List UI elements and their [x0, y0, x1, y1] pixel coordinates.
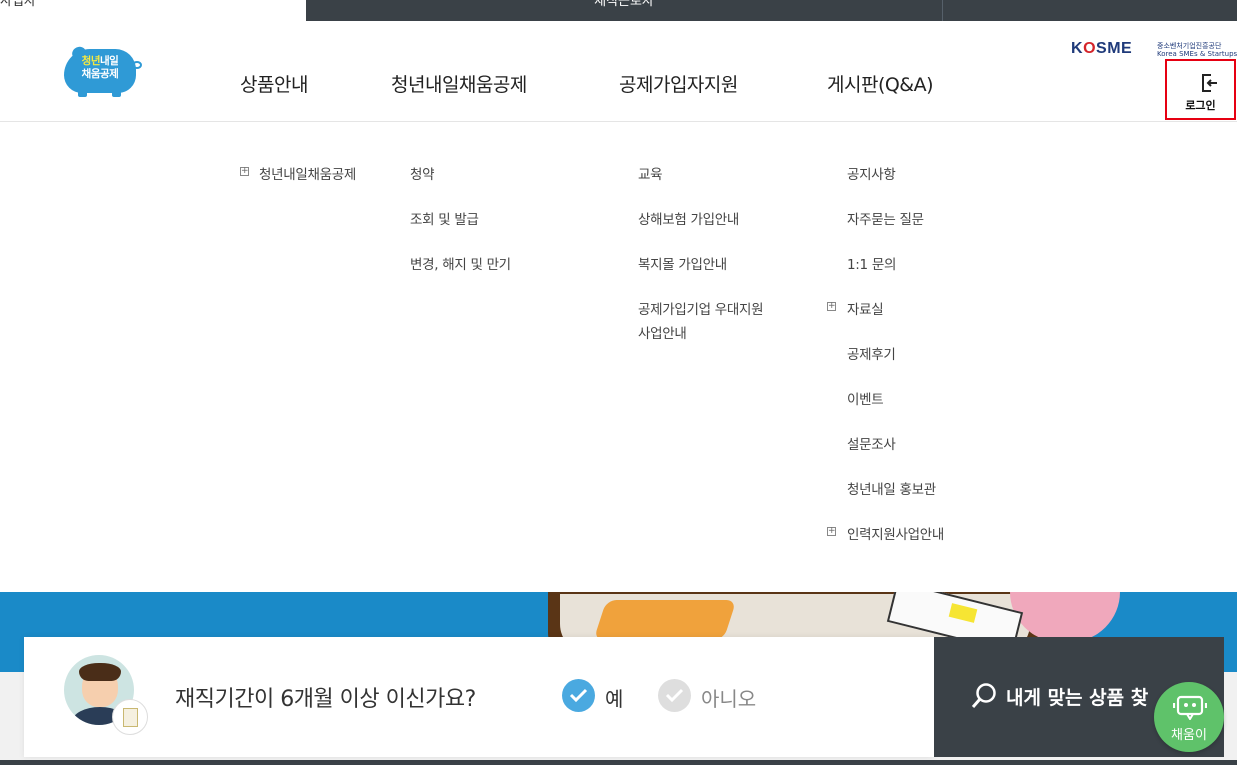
- tab-business[interactable]: 사업자: [0, 0, 306, 21]
- nav-item-products[interactable]: 상품안내: [240, 70, 308, 97]
- nav-item-member-support[interactable]: 공제가입자지원: [619, 70, 738, 97]
- mega-menu: + 청년내일채움공제 청약 조회 및 발급 변경, 해지 및 만기 교육 상해보…: [0, 122, 1237, 592]
- search-icon: [971, 683, 996, 708]
- top-tab-bar: 사업자 재직근로자: [0, 0, 1237, 21]
- expand-plus-icon[interactable]: +: [827, 527, 836, 536]
- menu-item-change[interactable]: 변경, 해지 및 만기: [410, 253, 511, 273]
- nav-item-youth-fund[interactable]: 청년내일채움공제: [391, 70, 527, 97]
- menu-item-education[interactable]: 교육: [638, 163, 663, 183]
- check-icon: [658, 679, 691, 712]
- menu-item-youth-fund[interactable]: 청년내일채움공제: [259, 163, 356, 183]
- menu-item-promo-hall[interactable]: 청년내일 홍보관: [847, 478, 936, 498]
- chatbot-label: 채움이: [1171, 728, 1207, 743]
- menu-item-qna[interactable]: 1:1 문의: [847, 253, 896, 273]
- menu-item-welfare-mall[interactable]: 복지몰 가입안내: [638, 253, 727, 273]
- login-icon: [1202, 74, 1217, 92]
- site-logo[interactable]: 청년내일 채움공제: [62, 44, 144, 97]
- menu-item-inquiry[interactable]: 조회 및 발급: [410, 208, 479, 228]
- menu-item-faq[interactable]: 자주묻는 질문: [847, 208, 924, 228]
- menu-item-company-support-2[interactable]: 사업안내: [638, 322, 687, 342]
- menu-item-review[interactable]: 공제후기: [847, 343, 896, 363]
- menu-item-staffing[interactable]: 인력지원사업안내: [847, 523, 944, 543]
- question-text: 재직기간이 6개월 이상 이신가요?: [175, 687, 476, 712]
- menu-item-survey[interactable]: 설문조사: [847, 433, 896, 453]
- check-icon: [562, 679, 595, 712]
- expand-plus-icon[interactable]: +: [827, 302, 836, 311]
- site-header: 청년내일 채움공제 상품안내 청년내일채움공제 공제가입자지원 게시판(Q&A)…: [0, 21, 1237, 122]
- login-button[interactable]: 로그인: [1165, 59, 1236, 120]
- login-label: 로그인: [1185, 99, 1216, 112]
- menu-item-archive[interactable]: 자료실: [847, 298, 884, 318]
- answer-no-label: 아니오: [701, 687, 757, 711]
- menu-item-insurance[interactable]: 상해보험 가입안내: [638, 208, 739, 228]
- id-card-icon: [112, 699, 148, 735]
- logo-text: 청년내일 채움공제: [81, 55, 119, 80]
- eligibility-question-bar: 재직기간이 6개월 이상 이신가요? 예 아니오: [24, 637, 934, 757]
- robot-icon: [1173, 695, 1207, 720]
- tab-extra[interactable]: [942, 0, 1237, 21]
- chatbot-button[interactable]: 채움이: [1154, 682, 1224, 752]
- expand-plus-icon[interactable]: +: [240, 167, 249, 176]
- answer-yes-label: 예: [605, 687, 624, 711]
- menu-item-notice[interactable]: 공지사항: [847, 163, 896, 183]
- menu-item-subscribe[interactable]: 청약: [410, 163, 435, 183]
- nav-item-board[interactable]: 게시판(Q&A): [827, 70, 934, 97]
- menu-item-event[interactable]: 이벤트: [847, 388, 884, 408]
- menu-item-company-support[interactable]: 공제가입기업 우대지원: [638, 298, 764, 318]
- tab-employee[interactable]: 재직근로자: [306, 0, 942, 21]
- find-product-label: 내게 맞는 상품 찾: [1006, 687, 1149, 709]
